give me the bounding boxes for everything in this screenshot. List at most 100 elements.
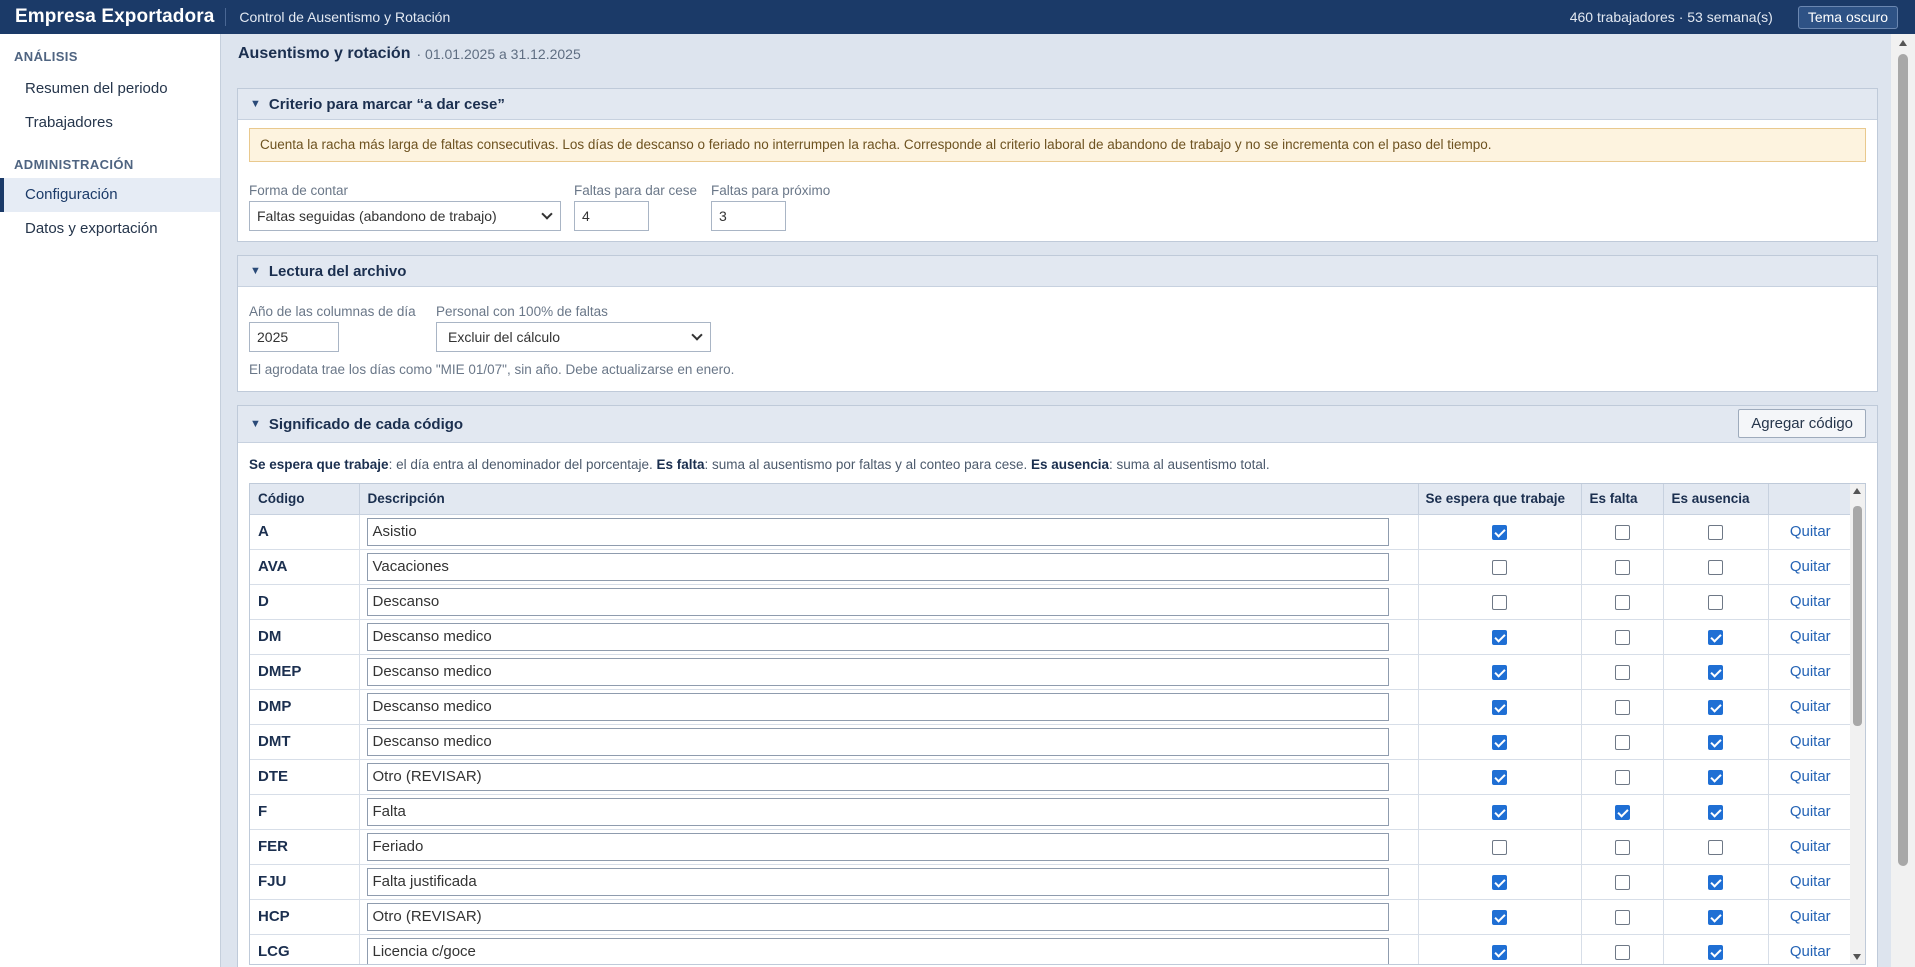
remove-link[interactable]: Quitar [1790, 768, 1831, 785]
ausencia-checkbox[interactable] [1708, 664, 1723, 680]
espera-cell [1418, 899, 1582, 935]
ausencia-checkbox[interactable] [1708, 734, 1723, 750]
anio-input[interactable]: 2025 [249, 322, 339, 352]
scroll-up-icon[interactable] [1853, 488, 1861, 494]
sidebar-item-datos-exportacion[interactable]: Datos y exportación [0, 212, 220, 246]
ausencia-checkbox[interactable] [1708, 699, 1723, 715]
falta-checkbox[interactable] [1614, 594, 1630, 610]
remove-link[interactable]: Quitar [1790, 628, 1831, 645]
espera-checkbox[interactable] [1492, 629, 1507, 645]
falta-checkbox[interactable] [1614, 629, 1630, 645]
ausencia-checkbox[interactable] [1708, 769, 1723, 785]
ausencia-checkbox[interactable] [1708, 524, 1723, 540]
col-header-descripcion[interactable]: Descripción [359, 484, 1419, 515]
sidebar-item-trabajadores[interactable]: Trabajadores [0, 106, 220, 140]
remove-link[interactable]: Quitar [1790, 838, 1831, 855]
description-input[interactable]: Falta [366, 797, 1389, 826]
remove-link[interactable]: Quitar [1790, 523, 1831, 540]
espera-checkbox[interactable] [1492, 699, 1507, 715]
espera-checkbox[interactable] [1492, 559, 1507, 575]
description-input[interactable]: Feriado [366, 832, 1389, 861]
falta-checkbox[interactable] [1614, 699, 1630, 715]
remove-link[interactable]: Quitar [1790, 698, 1831, 715]
remove-link[interactable]: Quitar [1790, 663, 1831, 680]
espera-cell [1418, 514, 1582, 550]
remove-link[interactable]: Quitar [1790, 558, 1831, 575]
description-input[interactable]: Asistio [366, 517, 1389, 546]
remove-link[interactable]: Quitar [1790, 943, 1831, 960]
col-header-falta[interactable]: Es falta [1581, 484, 1664, 515]
espera-checkbox[interactable] [1492, 909, 1507, 925]
app-subtitle: Control de Ausentismo y Rotación [239, 9, 451, 25]
scroll-down-icon[interactable] [1853, 954, 1861, 960]
espera-checkbox[interactable] [1492, 664, 1507, 680]
description-input[interactable]: Otro (REVISAR) [366, 762, 1389, 791]
description-input[interactable]: Descanso [366, 587, 1389, 616]
falta-cell [1581, 829, 1664, 865]
ausencia-checkbox[interactable] [1708, 839, 1723, 855]
description-input[interactable]: Descanso medico [366, 622, 1389, 651]
description-input[interactable]: Vacaciones [366, 552, 1389, 581]
remove-link[interactable]: Quitar [1790, 803, 1831, 820]
forma-select[interactable]: Faltas seguidas (abandono de trabajo) [249, 201, 561, 231]
description-input[interactable]: Otro (REVISAR) [366, 902, 1389, 931]
falta-checkbox[interactable] [1614, 664, 1630, 680]
falta-checkbox[interactable] [1614, 734, 1630, 750]
ausencia-checkbox[interactable] [1708, 559, 1723, 575]
personal-select[interactable]: Excluir del cálculo [436, 322, 711, 352]
col-header-codigo[interactable]: Código [250, 484, 360, 515]
add-code-button[interactable]: Agregar código [1738, 409, 1866, 438]
criterio-section-header[interactable]: ▼ Criterio para marcar “a dar cese” [238, 89, 1877, 120]
col-header-espera[interactable]: Se espera que trabaje [1418, 484, 1582, 515]
description-input[interactable]: Falta justificada [366, 867, 1389, 896]
page-scrollbar[interactable] [1891, 34, 1915, 967]
espera-checkbox[interactable] [1492, 804, 1507, 820]
scroll-thumb[interactable] [1853, 506, 1862, 726]
espera-checkbox[interactable] [1492, 524, 1507, 540]
description-input[interactable]: Licencia c/goce [366, 937, 1389, 964]
remove-link[interactable]: Quitar [1790, 873, 1831, 890]
espera-checkbox[interactable] [1492, 944, 1507, 960]
falta-checkbox[interactable] [1614, 524, 1630, 540]
espera-checkbox[interactable] [1492, 874, 1507, 890]
codigos-section-header[interactable]: ▼ Significado de cada código [238, 406, 1877, 443]
cese-input[interactable]: 4 [574, 201, 649, 231]
espera-checkbox[interactable] [1492, 594, 1507, 610]
ausencia-checkbox[interactable] [1708, 874, 1723, 890]
description-cell: Licencia c/goce [359, 934, 1419, 964]
falta-checkbox[interactable] [1614, 769, 1630, 785]
falta-checkbox[interactable] [1614, 874, 1630, 890]
falta-checkbox[interactable] [1614, 839, 1630, 855]
code-cell: HCP [250, 899, 360, 935]
ausencia-checkbox[interactable] [1708, 629, 1723, 645]
espera-checkbox[interactable] [1492, 734, 1507, 750]
falta-checkbox[interactable] [1614, 944, 1630, 960]
scroll-up-icon[interactable] [1899, 40, 1907, 46]
remove-link[interactable]: Quitar [1790, 593, 1831, 610]
falta-checkbox[interactable] [1614, 559, 1630, 575]
espera-checkbox[interactable] [1492, 769, 1507, 785]
sidebar-item-resumen[interactable]: Resumen del periodo [0, 72, 220, 106]
proximo-input[interactable]: 3 [711, 201, 786, 231]
ausencia-checkbox[interactable] [1708, 909, 1723, 925]
sidebar-item-configuracion[interactable]: Configuración [0, 178, 220, 212]
ausencia-checkbox[interactable] [1708, 594, 1723, 610]
description-input[interactable]: Descanso medico [366, 657, 1389, 686]
falta-checkbox[interactable] [1614, 909, 1630, 925]
remove-link[interactable]: Quitar [1790, 908, 1831, 925]
ausencia-checkbox[interactable] [1708, 944, 1723, 960]
table-scrollbar[interactable] [1850, 484, 1865, 964]
dark-theme-button[interactable]: Tema oscuro [1797, 5, 1898, 29]
page-scroll-thumb[interactable] [1898, 54, 1908, 866]
falta-checkbox[interactable] [1614, 804, 1630, 820]
espera-checkbox[interactable] [1492, 839, 1507, 855]
espera-cell [1418, 619, 1582, 655]
description-input[interactable]: Descanso medico [366, 692, 1389, 721]
remove-link[interactable]: Quitar [1790, 733, 1831, 750]
col-header-ausencia[interactable]: Es ausencia [1663, 484, 1769, 515]
description-input[interactable]: Descanso medico [366, 727, 1389, 756]
lectura-section-header[interactable]: ▼ Lectura del archivo [238, 256, 1877, 287]
ausencia-checkbox[interactable] [1708, 804, 1723, 820]
ausencia-cell [1663, 619, 1769, 655]
ausencia-cell [1663, 934, 1769, 964]
